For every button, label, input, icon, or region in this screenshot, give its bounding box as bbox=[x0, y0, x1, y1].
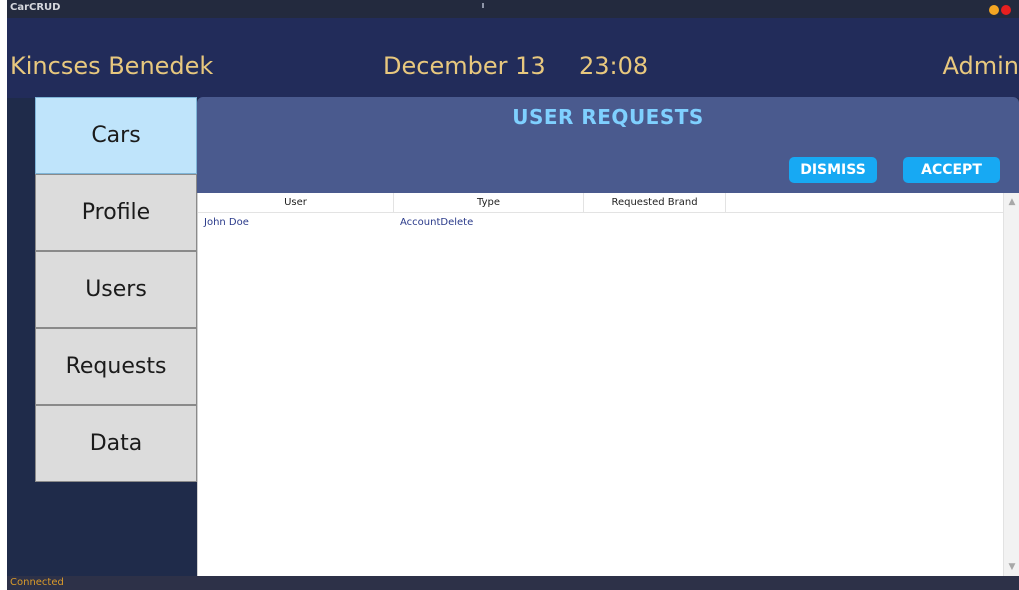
user-role: Admin bbox=[942, 52, 1019, 80]
table-header: User Type Requested Brand bbox=[198, 193, 1004, 213]
column-header-user[interactable]: User bbox=[198, 193, 394, 213]
requests-table: User Type Requested Brand John Doe Accou… bbox=[197, 193, 1019, 576]
table-row[interactable]: John Doe AccountDelete bbox=[198, 215, 1004, 231]
current-date: December 13 bbox=[383, 52, 546, 80]
sidebar-nav: Cars Profile Users Requests Data bbox=[35, 97, 197, 484]
column-header-type[interactable]: Type bbox=[394, 193, 584, 213]
sidebar-item-data[interactable]: Data bbox=[35, 405, 197, 482]
sidebar-item-users[interactable]: Users bbox=[35, 251, 197, 328]
close-icon[interactable] bbox=[1001, 5, 1011, 15]
sidebar-item-requests[interactable]: Requests bbox=[35, 328, 197, 405]
title-bar[interactable]: CarCRUD bbox=[7, 0, 1019, 18]
scroll-down-icon[interactable]: ▼ bbox=[1007, 562, 1017, 572]
sidebar-item-profile[interactable]: Profile bbox=[35, 174, 197, 251]
sidebar-item-cars[interactable]: Cars bbox=[35, 97, 197, 174]
cell-user: John Doe bbox=[204, 217, 249, 228]
app-window: CarCRUD Kincses Benedek December 13 23:0… bbox=[7, 0, 1019, 590]
vertical-scrollbar[interactable]: ▲ ▼ bbox=[1003, 193, 1019, 576]
scroll-up-icon[interactable]: ▲ bbox=[1007, 197, 1017, 207]
title-bar-marker bbox=[482, 3, 484, 8]
panel-title: USER REQUESTS bbox=[512, 105, 704, 129]
user-name: Kincses Benedek bbox=[10, 52, 214, 80]
status-bar: Connected bbox=[7, 576, 1019, 590]
header-bar: Kincses Benedek December 13 23:08 Admin bbox=[7, 18, 1019, 98]
cell-type: AccountDelete bbox=[400, 217, 474, 228]
connection-status: Connected bbox=[10, 577, 64, 588]
requests-panel-header: USER REQUESTS DISMISS ACCEPT bbox=[197, 97, 1019, 193]
accept-button[interactable]: ACCEPT bbox=[903, 157, 1000, 183]
app-title: CarCRUD bbox=[10, 2, 61, 13]
minimize-icon[interactable] bbox=[989, 5, 999, 15]
dismiss-button[interactable]: DISMISS bbox=[789, 157, 877, 183]
current-time: 23:08 bbox=[579, 52, 649, 80]
column-header-requested-brand[interactable]: Requested Brand bbox=[584, 193, 726, 213]
